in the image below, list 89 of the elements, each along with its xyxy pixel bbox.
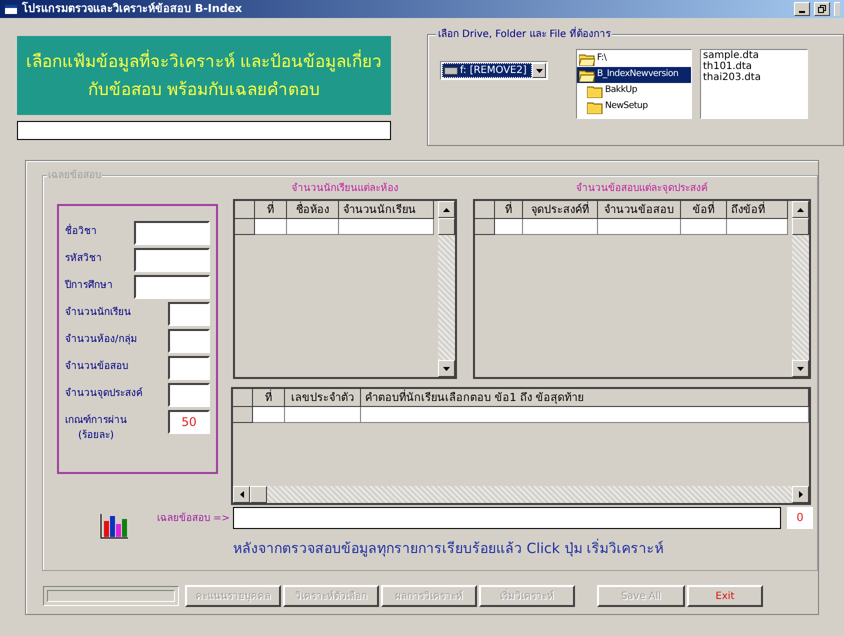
drive-dropdown[interactable]: f: [REMOVE2]	[440, 61, 548, 80]
folder-item[interactable]: NewSetup	[577, 99, 691, 115]
down-arrow-icon	[443, 366, 450, 370]
column-header[interactable]: จุดประสงค์ที่	[523, 201, 598, 218]
table-cell[interactable]	[287, 219, 339, 235]
answer-key-field[interactable]	[233, 507, 781, 529]
field-label: จำนวนห้อง/กลุ่ม	[65, 332, 138, 347]
scroll-up-button[interactable]	[438, 201, 455, 218]
restore-button[interactable]	[814, 2, 830, 16]
column-header[interactable]: คำตอบที่นักเรียนเลือกตอบ ข้อ1 ถึง ข้อสุดท้าย	[361, 389, 809, 406]
input-field[interactable]: 50	[168, 410, 210, 434]
window-title: โปรแกรมตรวจและวิเคราะห์ข้อสอบ B-Index	[22, 0, 242, 17]
column-header[interactable]: ที่	[255, 201, 287, 218]
column-header[interactable]: เลขประจำตัว	[285, 389, 361, 406]
input-field[interactable]	[134, 275, 210, 299]
input-field[interactable]	[134, 221, 210, 245]
file-item[interactable]: sample.dta	[703, 50, 805, 61]
table-title: จำนวนข้อสอบแต่ละจุดประสงค์	[576, 181, 708, 196]
field-note: (ร้อยละ)	[78, 428, 114, 443]
instruction-text: หลังจากตรวจสอบข้อมูลทุกรายการเรียบร้อยแล้ว Click ปุ่ม เริ่มวิเคราะห์	[233, 539, 817, 560]
column-header[interactable]: ข้อที่	[681, 201, 727, 218]
field-label: ปีการศึกษา	[65, 278, 113, 293]
row-header[interactable]	[233, 407, 253, 423]
table-cell[interactable]	[598, 219, 681, 235]
minimize-button[interactable]	[794, 2, 810, 16]
app-icon	[4, 3, 18, 15]
input-field[interactable]	[168, 302, 210, 326]
folder-item[interactable]: F:\	[577, 51, 691, 67]
row-header[interactable]	[475, 219, 495, 235]
left-arrow-icon	[240, 491, 244, 498]
scroll-up-button[interactable]	[792, 201, 809, 218]
answer-count-field: 0	[787, 507, 813, 529]
folder-list[interactable]: F:\ B_IndexNewversion BakkUp NewSetup	[576, 49, 692, 119]
column-header[interactable]: ที่	[495, 201, 523, 218]
input-field[interactable]	[168, 383, 210, 407]
field-label: เกณฑ์การผ่าน	[65, 413, 127, 428]
folder-item[interactable]: BakkUp	[577, 83, 691, 99]
field-label: รหัสวิชา	[65, 252, 102, 266]
up-arrow-icon	[443, 208, 450, 212]
folder-item[interactable]: B_IndexNewversion	[577, 67, 691, 83]
right-arrow-icon	[798, 491, 802, 498]
table-cell[interactable]	[681, 219, 727, 235]
scroll-thumb[interactable]	[250, 486, 267, 503]
scroll-down-button[interactable]	[438, 360, 455, 377]
file-item[interactable]: thai203.dta	[703, 72, 805, 83]
column-header[interactable]: ที่	[253, 389, 285, 406]
drive-label: f: [REMOVE2]	[460, 64, 527, 78]
field-label: จำนวนนักเรียน	[65, 306, 131, 320]
table-cell[interactable]	[255, 219, 287, 235]
horizontal-scrollbar[interactable]	[233, 486, 809, 503]
file-item[interactable]: th101.dta	[703, 61, 805, 72]
scroll-thumb[interactable]	[438, 218, 455, 235]
column-header[interactable]: จำนวนข้อสอบ	[598, 201, 681, 218]
restore-icon	[818, 5, 826, 13]
input-field[interactable]	[168, 329, 210, 353]
drive-icon	[444, 66, 458, 74]
table-cell[interactable]	[339, 219, 434, 235]
table-title: จำนวนนักเรียนแต่ละห้อง	[292, 182, 398, 196]
up-arrow-icon	[797, 208, 804, 212]
scroll-left-button[interactable]	[233, 486, 250, 503]
dropdown-arrow-icon	[536, 68, 542, 72]
bar-chart-icon	[99, 512, 129, 540]
vertical-scrollbar[interactable]	[792, 201, 809, 377]
row-header[interactable]	[235, 219, 255, 235]
input-field[interactable]	[134, 248, 210, 272]
column-header[interactable]: ชื่อห้อง	[287, 201, 339, 218]
banner-text: เลือกแฟ้มข้อมูลที่จะวิเคราะห์ และป้อนข้อมูลเกี่ยว	[26, 48, 382, 74]
table-cell[interactable]	[285, 407, 361, 423]
table-cell[interactable]	[523, 219, 598, 235]
scroll-down-button[interactable]	[792, 360, 809, 377]
input-field[interactable]	[168, 356, 210, 380]
column-header[interactable]: ถึงข้อที่	[727, 201, 788, 218]
banner-text: กับข้อสอบ พร้อมกับเฉลยคำตอบ	[88, 78, 320, 102]
scroll-thumb[interactable]	[792, 218, 809, 235]
answer-key-label: เฉลยข้อสอบ =>	[157, 512, 230, 526]
scroll-right-button[interactable]	[792, 486, 809, 503]
file-path-field[interactable]	[17, 121, 391, 140]
field-label: ชื่อวิชา	[65, 224, 97, 239]
table-cell[interactable]	[361, 407, 809, 423]
field-label: จำนวนจุดประสงค์	[65, 386, 143, 401]
field-label: จำนวนข้อสอบ	[65, 360, 128, 374]
vertical-scrollbar[interactable]	[438, 201, 455, 377]
table-cell[interactable]	[253, 407, 285, 423]
table-cell[interactable]	[727, 219, 788, 235]
column-header[interactable]: จำนวนนักเรียน	[339, 201, 434, 218]
table-cell[interactable]	[495, 219, 523, 235]
down-arrow-icon	[797, 366, 804, 370]
minimize-icon	[799, 11, 805, 13]
file-list[interactable]: sample.dta th101.dta thai203.dta	[700, 49, 808, 119]
